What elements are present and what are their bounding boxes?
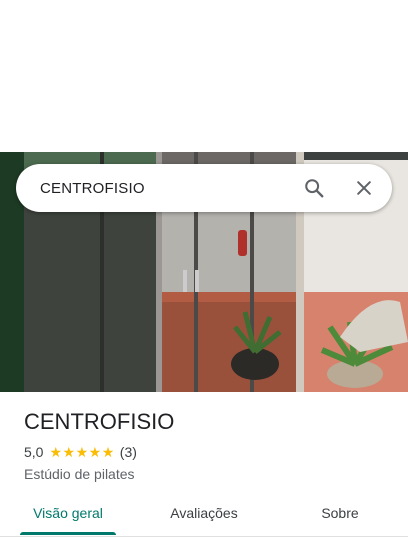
rating-row[interactable]: 5,0 ★ ★ ★ ★ ★ (3) — [24, 444, 394, 460]
rating-stars: ★ ★ ★ ★ ★ — [49, 445, 114, 459]
star-icon: ★ — [88, 444, 102, 460]
review-count[interactable]: (3) — [120, 444, 137, 460]
tab-overview[interactable]: Visão geral — [0, 494, 136, 536]
tab-about[interactable]: Sobre — [272, 494, 408, 536]
place-title: CENTROFISIO — [24, 409, 175, 434]
star-icon: ★ — [101, 444, 115, 460]
place-summary: CENTROFISIO 5,0 ★ ★ ★ ★ ★ (3) Estúdio de pil… — [24, 408, 394, 482]
search-bar[interactable]: CENTROFISIO — [16, 164, 392, 212]
tab-label: Avaliações — [170, 505, 238, 521]
star-icon: ★ — [49, 444, 63, 460]
tab-label: Sobre — [321, 505, 359, 521]
place-category[interactable]: Estúdio de pilates — [24, 466, 394, 482]
search-icon[interactable] — [302, 176, 326, 200]
search-input[interactable]: CENTROFISIO — [40, 180, 302, 197]
star-icon: ★ — [62, 444, 76, 460]
tab-reviews[interactable]: Avaliações — [136, 494, 272, 536]
tab-label: Visão geral — [33, 505, 103, 521]
star-icon: ★ — [75, 444, 89, 460]
tab-bar: Visão geral Avaliações Sobre — [0, 494, 408, 536]
tab-divider — [0, 536, 408, 537]
active-tab-indicator — [20, 532, 116, 535]
rating-value: 5,0 — [24, 444, 44, 460]
close-icon[interactable] — [352, 176, 376, 200]
